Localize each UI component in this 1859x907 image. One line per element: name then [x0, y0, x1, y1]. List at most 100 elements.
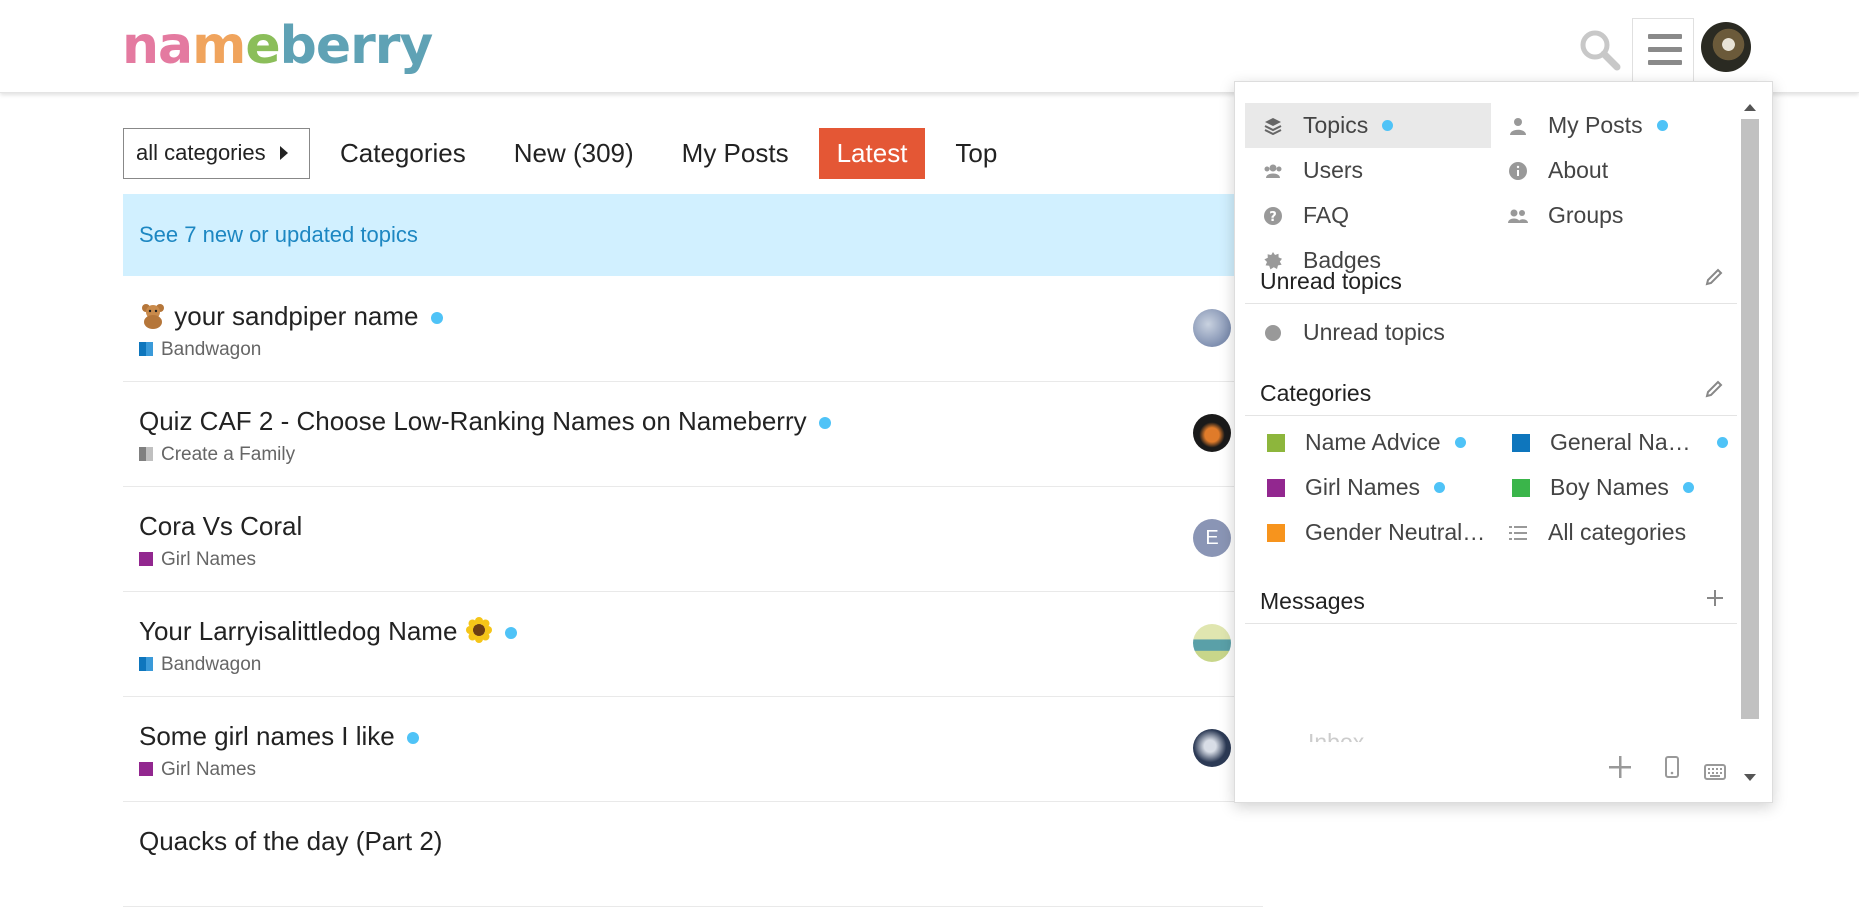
menu-category-gender-neutral[interactable]: Gender Neutral…	[1245, 510, 1491, 555]
nav-new[interactable]: New (309)	[496, 128, 652, 179]
topic-category[interactable]: Girl Names	[139, 549, 256, 571]
nav-categories[interactable]: Categories	[322, 128, 484, 179]
hamburger-icon	[1648, 34, 1682, 39]
topic-row[interactable]: Some girl names I like Girl Names	[123, 697, 1263, 802]
list-icon	[1508, 523, 1528, 543]
topic-title[interactable]: Quacks of the day (Part 2)	[139, 826, 442, 857]
caret-right-icon	[279, 146, 288, 160]
unread-dot	[1382, 120, 1394, 131]
nav-top[interactable]: Top	[937, 128, 1015, 179]
topic-category[interactable]: Create a Family	[139, 444, 295, 466]
hamburger-menu-button[interactable]	[1632, 18, 1694, 82]
topic-row[interactable]: your sandpiper name Bandwagon	[123, 277, 1263, 382]
nav-latest[interactable]: Latest	[818, 127, 926, 179]
section-title: Unread topics	[1260, 268, 1402, 294]
messages-section-header: Messages	[1245, 576, 1737, 624]
menu-label: Name Advice	[1305, 429, 1441, 455]
plus-icon[interactable]	[1707, 585, 1723, 613]
menu-label: Girl Names	[1305, 474, 1421, 500]
topic-row[interactable]: Quacks of the day (Part 2)	[123, 802, 1263, 907]
topic-title-text: Some girl names I like	[139, 721, 395, 751]
topic-row[interactable]: Quiz CAF 2 - Choose Low-Ranking Names on…	[123, 382, 1263, 487]
category-dropdown-label: all categories	[136, 140, 266, 165]
menu-category-girl-names[interactable]: Girl Names	[1245, 465, 1491, 510]
unread-dot	[1656, 120, 1668, 131]
category-label: Girl Names	[161, 549, 257, 570]
scroll-up-icon[interactable]	[1744, 104, 1756, 111]
scrollbar-thumb[interactable]	[1741, 119, 1759, 719]
users-icon	[1263, 161, 1283, 181]
category-label: Bandwagon	[161, 654, 262, 675]
menu-label: Groups	[1548, 202, 1624, 228]
topic-title[interactable]: Cora Vs Coral	[139, 511, 302, 542]
mobile-icon[interactable]	[1665, 756, 1679, 785]
topic-category[interactable]: Girl Names	[139, 759, 256, 781]
topic-title[interactable]: your sandpiper name	[139, 301, 443, 332]
menu-my-posts[interactable]: My Posts	[1490, 103, 1736, 148]
category-badge	[1512, 433, 1530, 452]
poster-avatar[interactable]	[1193, 414, 1231, 452]
unread-dot	[1434, 482, 1446, 493]
topic-nav: all categories Categories New (309) My P…	[123, 127, 1015, 179]
groups-icon	[1508, 206, 1528, 226]
category-label: Create a Family	[161, 444, 296, 465]
menu-label: Unread topics	[1303, 319, 1445, 345]
categories-section-header: Categories	[1245, 368, 1737, 416]
topic-title[interactable]: Quiz CAF 2 - Choose Low-Ranking Names on…	[139, 406, 831, 437]
menu-unread-topics[interactable]: Unread topics	[1245, 310, 1491, 355]
topic-title-text: Your Larryisalittledog Name	[139, 616, 458, 646]
category-badge	[139, 762, 153, 776]
menu-label: General Na…	[1550, 429, 1691, 455]
menu-label: Topics	[1303, 112, 1369, 138]
menu-topics[interactable]: Topics	[1245, 103, 1491, 148]
unread-dot	[504, 627, 517, 640]
unread-dot	[430, 312, 443, 325]
menu-groups[interactable]: Groups	[1490, 193, 1736, 238]
pencil-icon[interactable]	[1705, 268, 1723, 292]
topic-category[interactable]: Bandwagon	[139, 339, 261, 361]
poster-avatar[interactable]: E	[1193, 519, 1231, 557]
category-badge	[139, 447, 153, 461]
category-badge	[1267, 478, 1285, 497]
poster-avatar[interactable]	[1193, 624, 1231, 662]
poster-avatar[interactable]	[1193, 309, 1231, 347]
menu-users[interactable]: Users	[1245, 148, 1491, 193]
scroll-down-icon[interactable]	[1744, 774, 1756, 781]
category-label: Bandwagon	[161, 339, 262, 360]
topic-row[interactable]: Your Larryisalittledog Name Bandwagon	[123, 592, 1263, 697]
topic-category[interactable]: Bandwagon	[139, 654, 261, 676]
menu-about[interactable]: About	[1490, 148, 1736, 193]
menu-all-categories[interactable]: All categories	[1490, 510, 1736, 555]
category-dropdown[interactable]: all categories	[123, 127, 310, 179]
unread-topics-section-header: Unread topics	[1245, 256, 1737, 304]
category-badge	[139, 342, 153, 356]
user-avatar[interactable]	[1701, 22, 1751, 72]
plus-icon[interactable]	[1609, 756, 1631, 785]
menu-scrollbar[interactable]	[1739, 98, 1761, 790]
pencil-icon[interactable]	[1705, 380, 1723, 404]
menu-faq[interactable]: ? FAQ	[1245, 193, 1491, 238]
topic-title[interactable]: Some girl names I like	[139, 721, 419, 752]
poster-avatar[interactable]	[1193, 729, 1231, 767]
menu-category-boy-names[interactable]: Boy Names	[1490, 465, 1736, 510]
topic-row[interactable]: Cora Vs Coral Girl Names E	[123, 487, 1263, 592]
menu-category-general-names[interactable]: General Na…	[1490, 420, 1736, 465]
show-new-topics-link[interactable]: See 7 new or updated topics	[139, 222, 418, 248]
unread-dot	[1682, 482, 1694, 493]
logo-letter: a	[158, 16, 193, 76]
topic-title-text: your sandpiper name	[174, 301, 419, 331]
logo-letter: n	[122, 16, 159, 76]
menu-category-name-advice[interactable]: Name Advice	[1245, 420, 1491, 465]
topic-title-text: Cora Vs Coral	[139, 511, 303, 541]
nav-my-posts[interactable]: My Posts	[664, 128, 807, 179]
logo-letter: b	[279, 16, 317, 76]
category-badge	[1267, 433, 1285, 452]
question-icon: ?	[1263, 206, 1283, 226]
nameberry-logo[interactable]: nameberry	[122, 16, 433, 76]
unread-dot	[1454, 437, 1466, 448]
logo-letter: r	[350, 16, 376, 76]
keyboard-icon[interactable]	[1704, 759, 1726, 787]
topic-title[interactable]: Your Larryisalittledog Name	[139, 616, 517, 647]
sunflower-icon	[465, 617, 492, 643]
search-icon[interactable]	[1578, 28, 1622, 72]
